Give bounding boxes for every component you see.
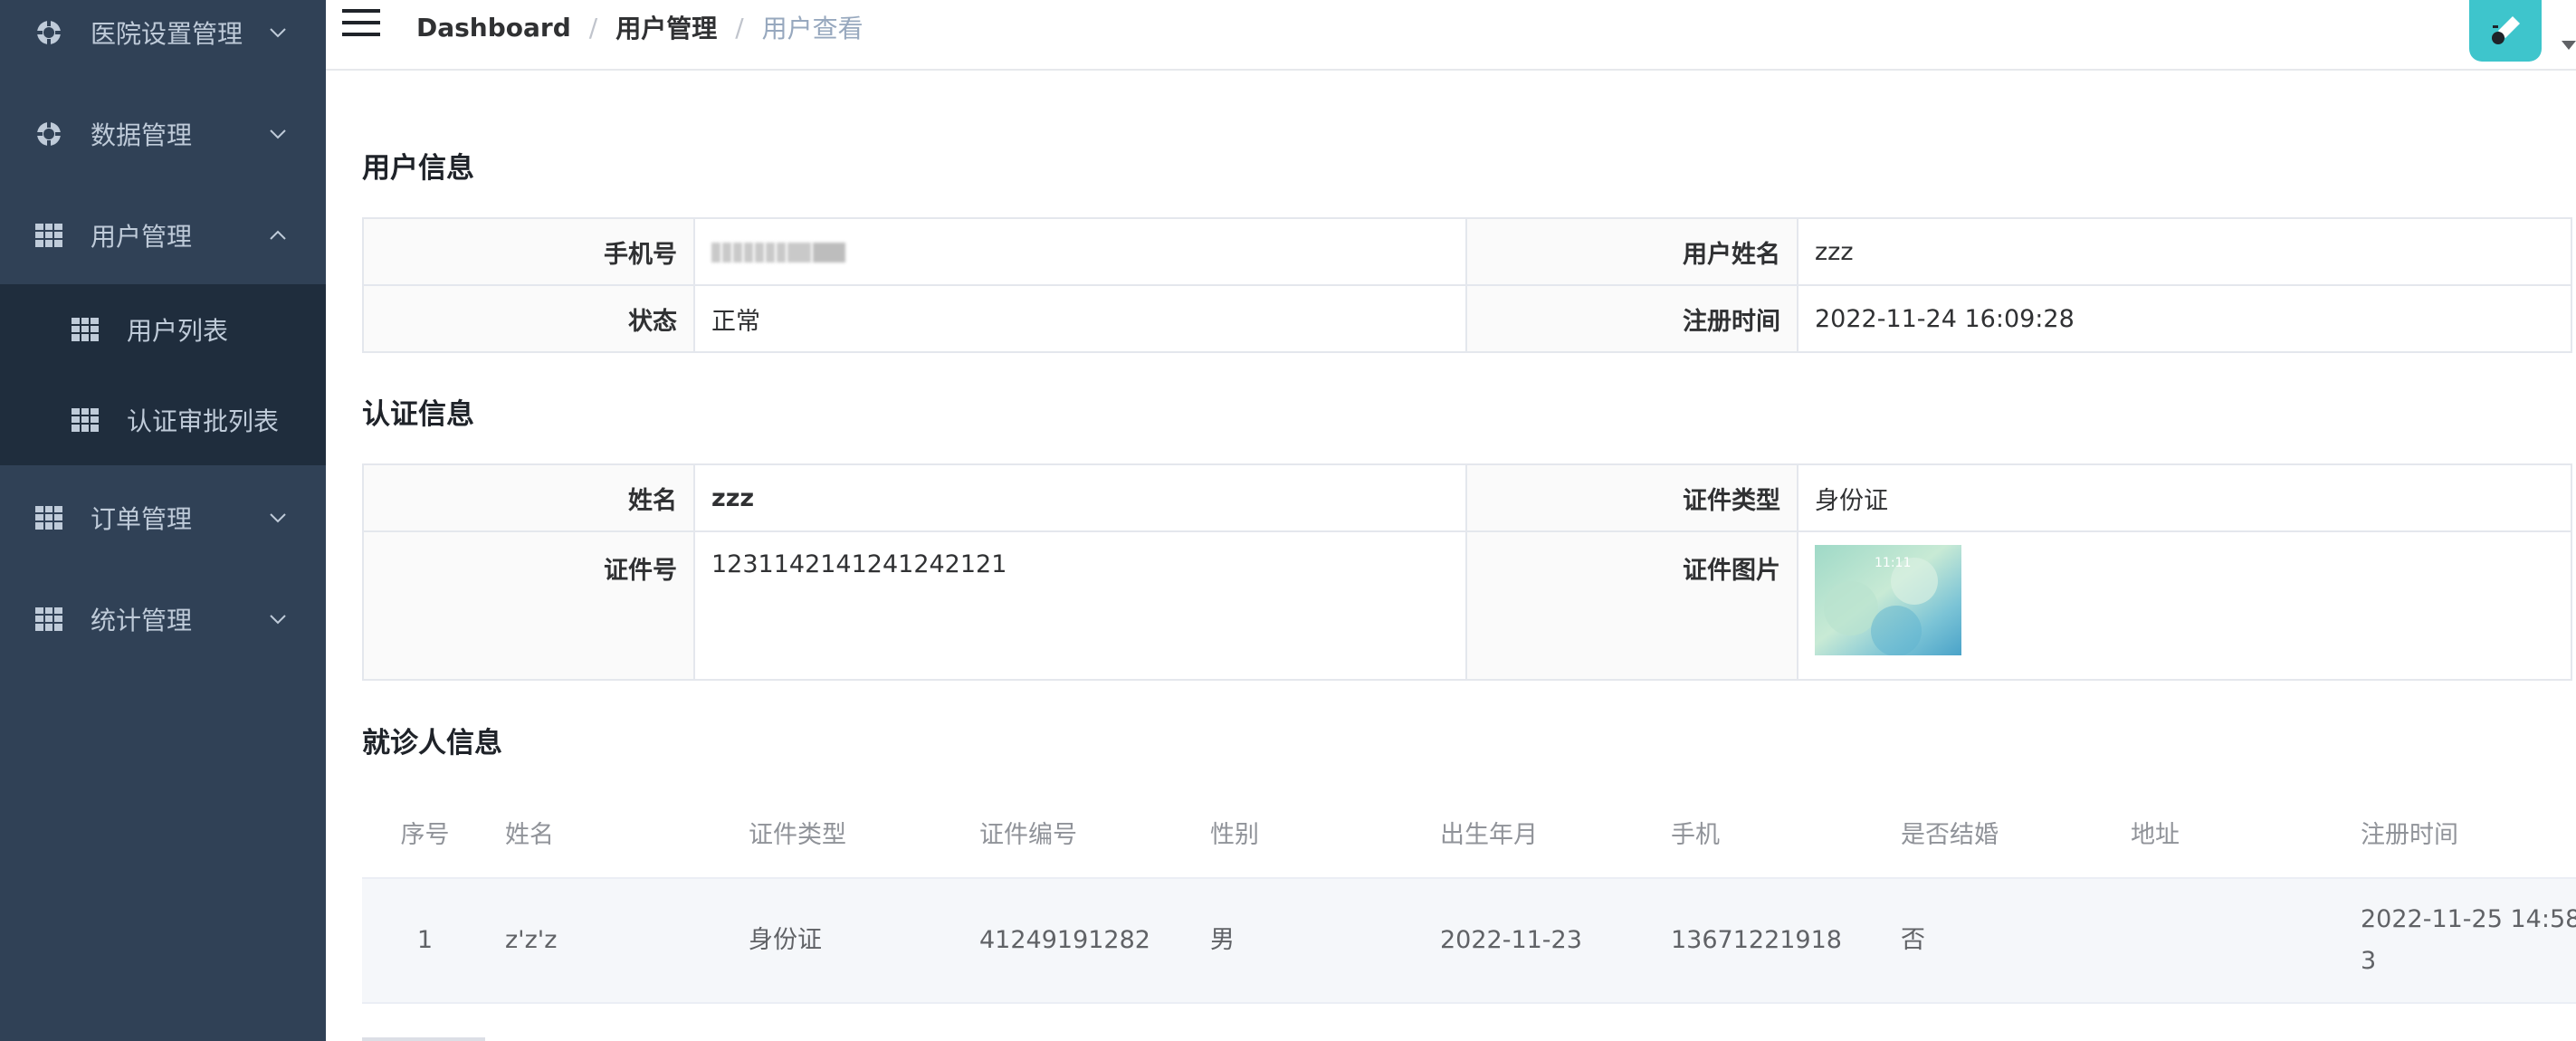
back-button-edge[interactable] bbox=[362, 1037, 485, 1041]
sidebar-item-auth-approval-list[interactable]: 认证审批列表 bbox=[0, 375, 326, 465]
settings-gear-icon bbox=[34, 18, 63, 47]
cell-cert-type: 身份证 bbox=[732, 878, 963, 1004]
cert-type-value: 身份证 bbox=[1797, 463, 2572, 532]
breadcrumb-dashboard[interactable]: Dashboard bbox=[416, 13, 571, 43]
breadcrumb-user-view: 用户查看 bbox=[761, 14, 863, 43]
sidebar-subitem-label: 用户列表 bbox=[127, 316, 229, 346]
chevron-down-icon bbox=[268, 124, 288, 144]
sidebar-item-statistics[interactable]: 统计管理 bbox=[0, 568, 326, 670]
cert-no-value: 1231142141241242121 bbox=[693, 530, 1467, 681]
blurred-phone-number bbox=[711, 243, 845, 263]
sidebar-item-hospital-settings[interactable]: 医院设置管理 bbox=[0, 0, 326, 83]
patients-table: 序号 姓名 证件类型 证件编号 性别 出生年月 手机 是否结婚 地址 注册时间 … bbox=[362, 788, 2576, 1004]
chevron-up-icon bbox=[268, 225, 288, 245]
table-grid-icon bbox=[34, 605, 63, 634]
sidebar-item-orders[interactable]: 订单管理 bbox=[0, 467, 326, 568]
chevron-down-icon bbox=[268, 23, 288, 43]
settings-gear-icon bbox=[34, 119, 63, 148]
navbar: Dashboard / 用户管理 / 用户查看 bbox=[326, 0, 2576, 71]
breadcrumb-separator: / bbox=[588, 12, 598, 43]
auth-name-label: 姓名 bbox=[362, 463, 695, 532]
cert-image-label: 证件图片 bbox=[1465, 530, 1798, 681]
table-header-row: 序号 姓名 证件类型 证件编号 性别 出生年月 手机 是否结婚 地址 注册时间 bbox=[362, 788, 2576, 879]
sidebar-item-label: 医院设置管理 bbox=[91, 19, 243, 49]
cell-no: 1 bbox=[362, 878, 489, 1004]
section-title-patients: 就诊人信息 bbox=[362, 727, 502, 759]
sidebar-subitem-label: 认证审批列表 bbox=[127, 406, 280, 436]
col-header-no: 序号 bbox=[362, 788, 489, 879]
chevron-down-icon bbox=[268, 609, 288, 629]
table-row[interactable]: 1 z'z'z 身份证 41249191282 男 2022-11-23 136… bbox=[362, 878, 2576, 1004]
sidebar-item-label: 订单管理 bbox=[91, 504, 193, 534]
register-time-label: 注册时间 bbox=[1465, 284, 1798, 353]
col-header-birth: 出生年月 bbox=[1424, 788, 1655, 879]
cert-no-label: 证件号 bbox=[362, 530, 695, 681]
breadcrumb-user-management[interactable]: 用户管理 bbox=[615, 9, 717, 45]
section-title-user-info: 用户信息 bbox=[362, 152, 474, 185]
col-header-gender: 性别 bbox=[1194, 788, 1424, 879]
cell-register-time: 2022-11-25 14:58:53 bbox=[2344, 878, 2576, 1004]
sidebar: 医院设置管理 数据管理 用户管理 用户列表 认证审批列表 订单管理 统计管理 bbox=[0, 0, 326, 1041]
register-time-value: 2022-11-24 16:09:28 bbox=[1797, 284, 2572, 353]
hamburger-menu-icon[interactable] bbox=[342, 7, 382, 43]
table-grid-icon bbox=[71, 315, 100, 344]
cell-phone: 13671221918 bbox=[1655, 878, 1884, 1004]
status-value: 正常 bbox=[693, 284, 1467, 353]
col-header-name: 姓名 bbox=[489, 788, 732, 879]
col-header-cert-type: 证件类型 bbox=[732, 788, 963, 879]
user-name-value: zzz bbox=[1797, 217, 2572, 286]
col-header-cert-no: 证件编号 bbox=[963, 788, 1194, 879]
caret-down-icon[interactable] bbox=[2562, 36, 2576, 53]
cert-image-cell: 11:11 bbox=[1797, 530, 2572, 681]
sidebar-item-users[interactable]: 用户管理 bbox=[0, 185, 326, 286]
status-label: 状态 bbox=[362, 284, 695, 353]
cell-gender: 男 bbox=[1194, 878, 1424, 1004]
cell-birth: 2022-11-23 bbox=[1424, 878, 1655, 1004]
cell-cert-no: 41249191282 bbox=[963, 878, 1194, 1004]
table-grid-icon bbox=[34, 221, 63, 250]
cell-name: z'z'z bbox=[489, 878, 732, 1004]
breadcrumb: Dashboard / 用户管理 / 用户查看 bbox=[416, 9, 863, 45]
cell-address bbox=[2114, 878, 2344, 1004]
cert-image-time: 11:11 bbox=[1875, 556, 1911, 570]
sidebar-item-user-list[interactable]: 用户列表 bbox=[0, 284, 326, 375]
submenu-users: 用户列表 认证审批列表 bbox=[0, 284, 326, 465]
col-header-address: 地址 bbox=[2114, 788, 2344, 879]
sidebar-item-label: 统计管理 bbox=[91, 606, 193, 635]
sidebar-item-label: 数据管理 bbox=[91, 120, 193, 150]
auth-info-table: 姓名 zzz 证件类型 身份证 证件号 1231142141241242121 … bbox=[362, 463, 2572, 681]
cert-type-label: 证件类型 bbox=[1465, 463, 1798, 532]
user-info-table: 手机号 用户姓名 zzz 状态 正常 注册时间 2022-11-24 16:09… bbox=[362, 217, 2572, 353]
sidebar-item-data[interactable]: 数据管理 bbox=[0, 83, 326, 185]
user-name-label: 用户姓名 bbox=[1465, 217, 1798, 286]
section-title-auth-info: 认证信息 bbox=[362, 398, 474, 431]
cert-image-thumbnail[interactable]: 11:11 bbox=[1815, 545, 1961, 656]
sidebar-item-label: 用户管理 bbox=[91, 222, 193, 252]
table-grid-icon bbox=[34, 503, 63, 532]
cell-married: 否 bbox=[1884, 878, 2114, 1004]
breadcrumb-separator: / bbox=[735, 12, 744, 43]
auth-name-value: zzz bbox=[693, 463, 1467, 532]
col-header-phone: 手机 bbox=[1655, 788, 1884, 879]
chevron-down-icon bbox=[268, 508, 288, 528]
avatar[interactable] bbox=[2469, 0, 2542, 62]
col-header-married: 是否结婚 bbox=[1884, 788, 2114, 879]
table-grid-icon bbox=[71, 406, 100, 435]
phone-label: 手机号 bbox=[362, 217, 695, 286]
phone-value bbox=[693, 217, 1467, 286]
col-header-register-time: 注册时间 bbox=[2344, 788, 2576, 879]
